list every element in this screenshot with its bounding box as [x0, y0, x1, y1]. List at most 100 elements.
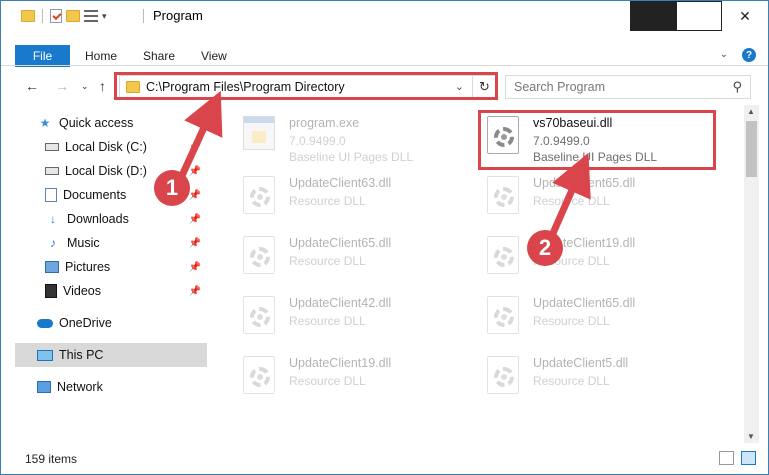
videos-icon [45, 284, 57, 298]
file-description: Resource DLL [289, 314, 366, 328]
file-name: UpdateClient19.dll [289, 356, 392, 370]
sidebar-item-label: Quick access [59, 116, 134, 130]
navigation-pane: ★ Quick access Local Disk (C:) 📌 Local D… [15, 111, 207, 431]
sidebar-item-label: Documents [63, 188, 127, 202]
tab-view[interactable]: View [201, 49, 227, 63]
sidebar-item-label: Local Disk (D:) [65, 164, 147, 178]
close-icon: ✕ [739, 7, 751, 24]
file-item[interactable]: UpdateClient65.dll Resource DLL [481, 288, 721, 348]
file-item[interactable]: UpdateClient19.dll Resource DLL [237, 348, 477, 408]
scroll-thumb[interactable] [746, 121, 757, 177]
sidebar-item-network[interactable]: Network [37, 375, 207, 399]
item-count: 159 items [25, 452, 78, 466]
pin-icon: 📌 [188, 165, 201, 177]
status-bar: 159 items [1, 445, 768, 473]
drive-icon [45, 167, 59, 175]
file-description: Resource DLL [289, 254, 366, 268]
file-item[interactable]: UpdateClient5.dll Resource DLL [481, 348, 721, 408]
sidebar-item-music[interactable]: ♪ Music 📌 [45, 231, 207, 255]
file-highlight [478, 110, 716, 170]
maximize-icon [676, 1, 722, 31]
forward-arrow-icon[interactable]: → [55, 78, 69, 94]
sidebar-item-downloads[interactable]: ↓ Downloads 📌 [45, 207, 207, 231]
file-item[interactable]: UpdateClient42.dll Resource DLL [237, 288, 477, 348]
title-bar: ▾ Program ✕ [1, 1, 768, 31]
pin-icon: 📌 [188, 213, 201, 225]
network-icon [37, 381, 51, 393]
file-description: Resource DLL [289, 374, 366, 388]
search-box[interactable]: ⚲ [505, 75, 751, 99]
folder-icon[interactable] [21, 10, 35, 22]
dll-gear-icon [487, 356, 519, 394]
sidebar-item-label: Videos [63, 284, 101, 298]
sidebar-item-label: Local Disk (C:) [65, 140, 147, 154]
close-button[interactable]: ✕ [722, 1, 768, 31]
window-controls: ✕ [630, 1, 768, 31]
dll-gear-icon [243, 176, 275, 214]
ribbon-divider [1, 65, 768, 66]
search-input[interactable] [514, 79, 724, 95]
cloud-icon [37, 318, 53, 328]
drive-icon [45, 143, 59, 151]
file-item[interactable]: UpdateClient63.dll Resource DLL [237, 168, 477, 228]
minimize-button[interactable] [630, 1, 676, 31]
sidebar-item-label: This PC [59, 348, 104, 362]
pin-icon: 📌 [188, 285, 201, 297]
sidebar-item-pictures[interactable]: Pictures 📌 [45, 255, 207, 279]
file-name: UpdateClient65.dll [289, 236, 392, 250]
pictures-icon [45, 261, 59, 273]
new-folder-icon[interactable] [66, 10, 80, 22]
tab-file[interactable]: File [15, 45, 70, 67]
file-name: UpdateClient63.dll [289, 176, 392, 190]
dll-gear-icon [487, 176, 519, 214]
sidebar-item-local-disk-c[interactable]: Local Disk (C:) 📌 [45, 135, 207, 159]
tab-share[interactable]: Share [143, 49, 175, 63]
help-icon[interactable]: ? [742, 48, 756, 62]
address-bar-highlight [114, 72, 498, 100]
pin-icon: 📌 [188, 141, 201, 153]
up-arrow-icon[interactable]: ↑ [99, 78, 106, 94]
file-version: 7.0.9499.0 [289, 134, 346, 148]
sidebar-item-label: Network [57, 380, 103, 394]
properties-icon[interactable] [50, 9, 62, 23]
file-name: UpdateClient65.dll [533, 176, 636, 190]
vertical-scrollbar[interactable]: ▲ ▼ [744, 105, 759, 443]
list-view-icon[interactable] [84, 10, 98, 22]
expand-ribbon-chevron-icon[interactable]: ⌄ [720, 49, 728, 60]
window-title: Program [153, 8, 203, 23]
large-icons-view-icon[interactable] [741, 451, 756, 465]
toolbar-divider [42, 9, 43, 23]
file-item[interactable]: UpdateClient19.dll Resource DLL [481, 228, 721, 288]
file-name: UpdateClient42.dll [289, 296, 392, 310]
dll-gear-icon [243, 236, 275, 274]
dll-gear-icon [243, 356, 275, 394]
tab-home[interactable]: Home [85, 49, 117, 63]
scroll-down-arrow-icon[interactable]: ▼ [747, 432, 755, 441]
back-arrow-icon[interactable]: ← [25, 78, 39, 94]
sidebar-item-label: OneDrive [59, 316, 112, 330]
dll-gear-icon [487, 236, 519, 274]
customize-toolbar-chevron-icon[interactable]: ▾ [102, 11, 107, 22]
maximize-button[interactable] [676, 1, 722, 31]
file-description: Resource DLL [533, 194, 610, 208]
file-name: UpdateClient65.dll [533, 296, 636, 310]
sidebar-item-onedrive[interactable]: OneDrive [37, 311, 207, 335]
sidebar-item-label: Downloads [67, 212, 129, 226]
details-view-icon[interactable] [719, 451, 734, 465]
sidebar-item-videos[interactable]: Videos 📌 [45, 279, 207, 303]
pin-icon: 📌 [188, 261, 201, 273]
file-item-program-exe[interactable]: program.exe 7.0.9499.0 Baseline UI Pages… [237, 108, 477, 168]
download-arrow-icon: ↓ [50, 212, 56, 226]
dll-gear-icon [243, 296, 275, 334]
file-item[interactable]: UpdateClient65.dll Resource DLL [237, 228, 477, 288]
sidebar-item-quick-access[interactable]: ★ Quick access [37, 111, 207, 135]
recent-locations-chevron-icon[interactable]: ⌄ [81, 81, 89, 92]
sidebar-item-this-pc[interactable]: This PC [15, 343, 207, 367]
documents-icon [45, 188, 57, 202]
executable-icon [243, 116, 275, 150]
file-name: program.exe [289, 116, 360, 130]
search-icon[interactable]: ⚲ [732, 79, 742, 95]
scroll-up-arrow-icon[interactable]: ▲ [747, 107, 755, 116]
file-item[interactable]: UpdateClient65.dll Resource DLL [481, 168, 721, 228]
step-2-badge: 2 [527, 230, 563, 266]
